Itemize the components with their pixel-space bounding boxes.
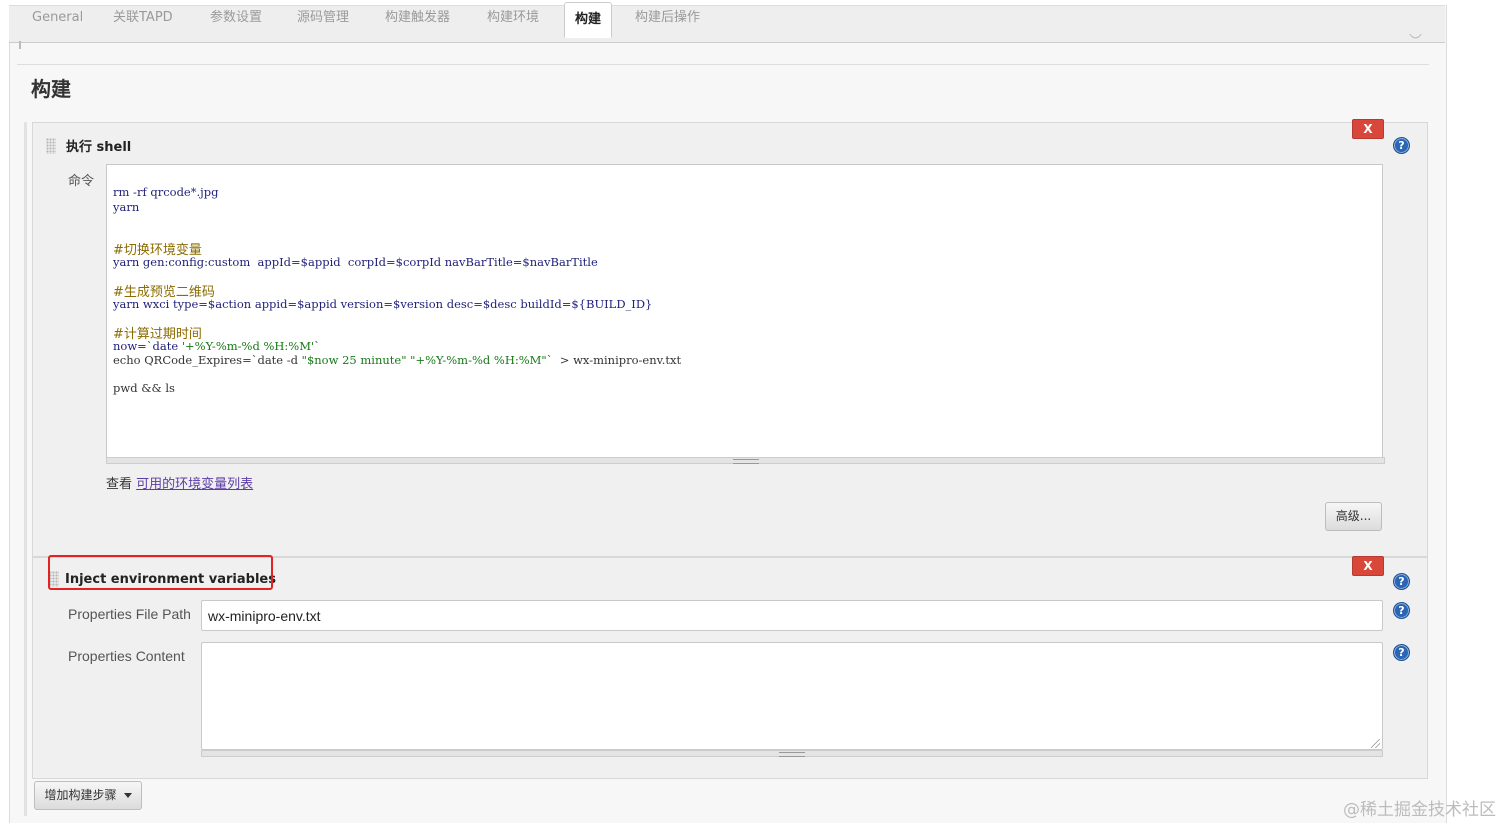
divider [17, 64, 1429, 65]
tab-build-environment[interactable]: 构建环境 [487, 7, 539, 29]
highlight-box [48, 555, 273, 590]
chevron-down-icon [124, 793, 132, 798]
tab-source-control[interactable]: 源码管理 [297, 7, 349, 29]
code-token: now=`date [113, 339, 182, 353]
code-token: echo QRCode_Expires=`date -d [113, 353, 302, 367]
add-build-step-button[interactable]: 增加构建步骤 [34, 781, 142, 810]
env-vars-link[interactable]: 可用的环境变量列表 [136, 477, 253, 492]
delete-inject-step-button[interactable]: X [1352, 556, 1384, 576]
code-line: echo QRCode_Expires=`date -d "$now 25 mi… [113, 353, 681, 367]
properties-file-path-input[interactable]: wx-minipro-env.txt [201, 600, 1383, 631]
help-icon[interactable]: ? [1393, 644, 1410, 661]
grip-icon [733, 459, 759, 464]
code-line: now=`date '+%Y-%m-%d %H:%M'` [113, 339, 320, 353]
delete-shell-step-button[interactable]: X [1352, 119, 1384, 139]
steps-container-bar [24, 122, 27, 816]
watermark: @稀土掘金技术社区 [1343, 795, 1496, 820]
code-line: yarn [113, 200, 139, 214]
tab-build[interactable]: 构建 [564, 2, 612, 38]
command-textarea[interactable]: rm -rf qrcode*.jpg yarn #切换环境变量 yarn gen… [106, 164, 1383, 459]
tab-build-triggers[interactable]: 构建触发器 [385, 7, 450, 29]
properties-file-path-label: Properties File Path [68, 606, 191, 622]
advanced-button[interactable]: 高级... [1325, 502, 1382, 531]
add-build-step-label: 增加构建步骤 [44, 788, 116, 802]
properties-content-textarea[interactable] [201, 642, 1383, 750]
help-icon[interactable]: ? [1393, 573, 1410, 590]
help-icon[interactable]: ? [1393, 602, 1410, 619]
code-line: yarn wxci type=$action appid=$appid vers… [113, 297, 652, 311]
divider [19, 41, 21, 49]
tab-post-build[interactable]: 构建后操作 [635, 7, 700, 29]
code-string: '+%Y-%m-%d %H:%M' [182, 339, 314, 353]
code-line: rm -rf qrcode*.jpg [113, 185, 218, 199]
resize-corner-icon[interactable] [1371, 739, 1380, 748]
shell-step-title: 执行 shell [66, 136, 131, 155]
tab-general[interactable]: General [32, 7, 83, 29]
code-line: yarn gen:config:custom appId=$appid corp… [113, 255, 598, 269]
command-label: 命令 [68, 170, 94, 189]
code-token: ` > wx-minipro-env.txt [547, 353, 681, 367]
help-icon[interactable]: ? [1393, 137, 1410, 154]
env-vars-prefix: 查看 [106, 477, 132, 492]
textarea-resize-handle[interactable] [106, 457, 1385, 464]
tab-tapd[interactable]: 关联TAPD [113, 7, 173, 29]
tab-parameters[interactable]: 参数设置 [210, 7, 262, 29]
grip-icon [779, 752, 805, 757]
properties-content-label: Properties Content [68, 648, 185, 664]
code-token: ` [314, 339, 320, 353]
textarea-resize-handle[interactable] [201, 750, 1383, 757]
drag-handle-icon[interactable] [46, 138, 56, 154]
code-string: "$now 25 minute" "+%Y-%m-%d %H:%M" [302, 353, 547, 367]
section-title: 构建 [31, 73, 71, 102]
env-vars-hint: 查看 可用的环境变量列表 [106, 473, 253, 492]
code-line: pwd && ls [113, 381, 175, 395]
